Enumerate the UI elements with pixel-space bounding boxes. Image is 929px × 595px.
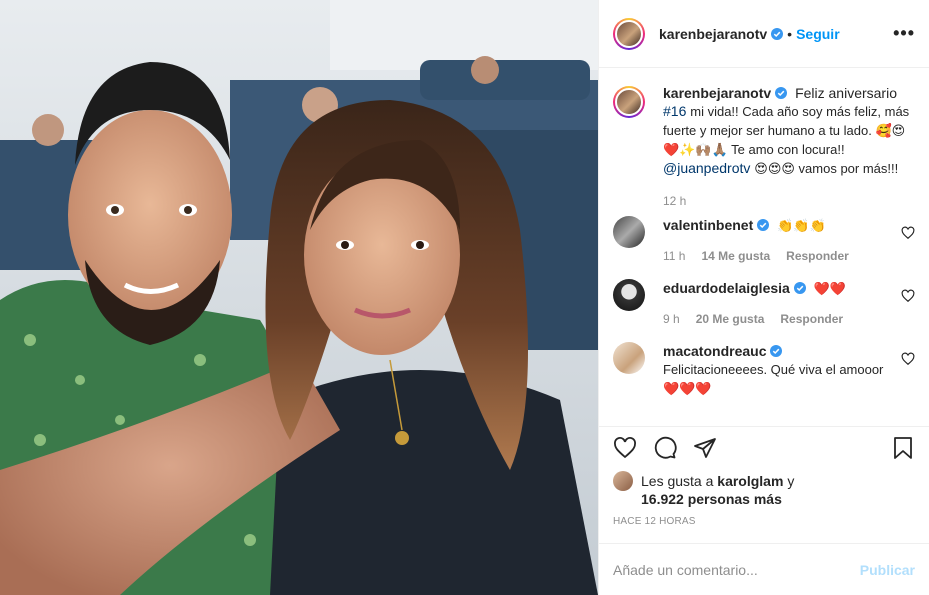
comment-time[interactable]: 11 h	[663, 247, 685, 265]
heart-icon[interactable]	[613, 436, 637, 460]
comment-text: ❤️❤️	[813, 281, 847, 296]
verified-badge-icon	[757, 219, 770, 231]
comment-username[interactable]: eduardodelaiglesia	[663, 280, 790, 296]
liker-avatar[interactable]	[613, 471, 633, 491]
post-timestamp[interactable]: HACE 12 HORAS	[599, 508, 929, 527]
heart-icon[interactable]	[901, 289, 915, 303]
author-avatar[interactable]	[613, 17, 645, 50]
caption-hashtag[interactable]: #16	[663, 103, 686, 119]
reply-button[interactable]: Responder	[780, 310, 843, 328]
comments-list[interactable]: karenbejaranotv Feliz aniversario #16 mi…	[599, 68, 929, 426]
comment-username[interactable]: valentinbenet	[663, 217, 753, 233]
comment-row: eduardodelaiglesia ❤️❤️ 9 h 20 Me gusta …	[613, 279, 915, 328]
caption-time[interactable]: 12 h	[663, 192, 686, 210]
likes-prefix: Les gusta a	[641, 473, 714, 489]
post-detail-panel: karenbejaranotv • Seguir ••• karenbejara…	[598, 0, 929, 595]
follow-button[interactable]: Seguir	[796, 26, 840, 42]
comment-avatar[interactable]	[613, 342, 645, 374]
comment-username[interactable]: macatondreauc	[663, 343, 766, 359]
comment-avatar[interactable]	[613, 279, 645, 311]
caption-text-3: 😍😍😍 vamos por más!!!	[754, 161, 899, 176]
more-options-button[interactable]: •••	[893, 23, 915, 44]
comment-text: Felicitacioneeees. Qué viva el amooor❤️❤…	[663, 362, 884, 396]
publish-button[interactable]: Publicar	[860, 562, 915, 578]
comment-likes[interactable]: 20 Me gusta	[696, 310, 765, 328]
comment-likes[interactable]: 14 Me gusta	[701, 247, 770, 265]
caption-text-2: mi vida!! Cada año soy más feliz, más fu…	[663, 104, 910, 157]
likes-summary: Les gusta a karolglam y 16.922 personas …	[599, 468, 929, 508]
comment-row: macatondreauc Felicitacioneeees. Qué viv…	[613, 342, 915, 398]
comment-text: 👏👏👏	[777, 218, 826, 233]
post-header: karenbejaranotv • Seguir •••	[599, 0, 929, 68]
comment-row: valentinbenet 👏👏👏 11 h 14 Me gusta Respo…	[613, 216, 915, 265]
heart-icon[interactable]	[901, 226, 915, 240]
author-username[interactable]: karenbejaranotv	[659, 26, 767, 42]
comment-avatar[interactable]	[613, 216, 645, 248]
liker-username[interactable]: karolglam	[717, 473, 783, 489]
verified-badge-icon	[775, 87, 788, 99]
caption-mention[interactable]: @juanpedrotv	[663, 160, 750, 176]
caption: karenbejaranotv Feliz aniversario #16 mi…	[613, 84, 915, 210]
selfie-image	[0, 0, 598, 595]
likes-count[interactable]: 16.922 personas más	[641, 491, 782, 507]
likes-conj: y	[787, 473, 795, 489]
paper-plane-icon[interactable]	[693, 436, 717, 460]
caption-avatar[interactable]	[613, 86, 645, 118]
comment-icon[interactable]	[653, 436, 677, 460]
verified-badge-icon	[771, 27, 784, 40]
bookmark-icon[interactable]	[891, 436, 915, 460]
post-photo[interactable]	[0, 0, 598, 595]
add-comment-bar: Publicar	[599, 543, 929, 595]
verified-badge-icon	[793, 282, 806, 294]
reply-button[interactable]: Responder	[786, 247, 849, 265]
post-actions	[599, 426, 929, 468]
verified-badge-icon	[770, 345, 783, 357]
caption-text-1: Feliz aniversario	[795, 85, 897, 101]
comment-time[interactable]: 9 h	[663, 310, 680, 328]
heart-icon[interactable]	[901, 352, 915, 366]
caption-username[interactable]: karenbejaranotv	[663, 85, 771, 101]
separator-dot: •	[787, 25, 793, 42]
comment-input[interactable]	[613, 561, 860, 578]
